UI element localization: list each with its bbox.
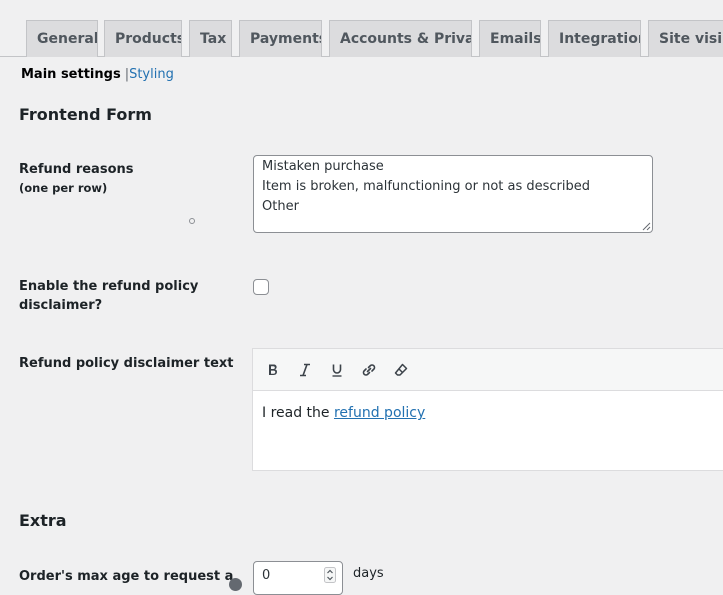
loading-indicator-icon [189, 218, 195, 224]
link-button[interactable] [353, 354, 385, 386]
tab-tax[interactable]: Tax [189, 20, 232, 57]
disclaimer-enable-line2: disclaimer? [19, 298, 103, 313]
refund-reason-line: Other [262, 199, 299, 214]
link-icon [362, 363, 376, 376]
refund-reasons-label: Refund reasons (one per row) [19, 160, 134, 198]
tab-integration[interactable]: Integration [548, 20, 641, 57]
eraser-icon [394, 363, 408, 376]
tab-accounts-privacy[interactable]: Accounts & Privacy [329, 20, 472, 57]
disclaimer-text-label: Refund policy disclaimer text [19, 356, 234, 371]
max-age-value: 0 [262, 568, 271, 583]
section-heading-extra: Extra [19, 511, 67, 530]
underline-button[interactable] [321, 354, 353, 386]
sub-navigation: Main settings |Styling [21, 66, 174, 84]
subnav-styling-link[interactable]: Styling [129, 67, 174, 82]
tab-label: Accounts & Privacy [340, 31, 471, 47]
editor-toolbar [253, 349, 723, 391]
tab-products[interactable]: Products [104, 20, 182, 57]
number-spinner-icon[interactable] [324, 567, 336, 583]
disclaimer-text-editor[interactable]: I read the refund policy [252, 348, 723, 471]
disclaimer-enable-checkbox[interactable] [253, 279, 269, 295]
help-tip-icon[interactable] [229, 578, 242, 591]
editor-content[interactable]: I read the refund policy [253, 391, 723, 435]
max-age-unit: days [353, 566, 384, 581]
bold-button[interactable] [257, 354, 289, 386]
clear-formatting-button[interactable] [385, 354, 417, 386]
tab-label: Tax [200, 31, 227, 47]
tab-label: General [37, 31, 98, 47]
settings-tabs: General Products Tax Payments Accounts &… [0, 0, 723, 57]
refund-reasons-textarea[interactable]: Mistaken purchase Item is broken, malfun… [253, 155, 653, 233]
bold-icon [269, 364, 277, 375]
refund-policy-link[interactable]: refund policy [334, 405, 425, 421]
refund-reason-line: Mistaken purchase [262, 159, 384, 174]
resize-handle-icon[interactable] [641, 221, 651, 231]
refund-reasons-hint: (one per row) [19, 181, 108, 195]
disclaimer-text-prefix: I read the [262, 405, 334, 421]
max-age-input[interactable]: 0 [253, 561, 343, 595]
refund-reasons-title: Refund reasons [19, 162, 134, 177]
section-heading-frontend-form: Frontend Form [19, 105, 152, 124]
tab-label: Emails [490, 31, 541, 47]
tab-label: Integration [559, 31, 641, 47]
tab-label: Site visibility [659, 31, 723, 47]
max-age-label: Order's max age to request a [19, 569, 234, 584]
subnav-main-settings[interactable]: Main settings [21, 67, 121, 82]
tab-payments[interactable]: Payments [239, 20, 322, 57]
underline-icon [332, 364, 342, 377]
disclaimer-enable-line1: Enable the refund policy [19, 279, 199, 294]
tab-general[interactable]: General [26, 20, 98, 57]
refund-reason-line: Item is broken, malfunctioning or not as… [262, 179, 591, 194]
tab-label: Products [115, 31, 182, 47]
italic-button[interactable] [289, 354, 321, 386]
italic-icon [300, 363, 310, 376]
disclaimer-enable-label: Enable the refund policy disclaimer? [19, 277, 198, 315]
tab-emails[interactable]: Emails [479, 20, 541, 57]
tab-label: Payments [250, 31, 322, 47]
tab-site-visibility[interactable]: Site visibility [648, 20, 723, 57]
